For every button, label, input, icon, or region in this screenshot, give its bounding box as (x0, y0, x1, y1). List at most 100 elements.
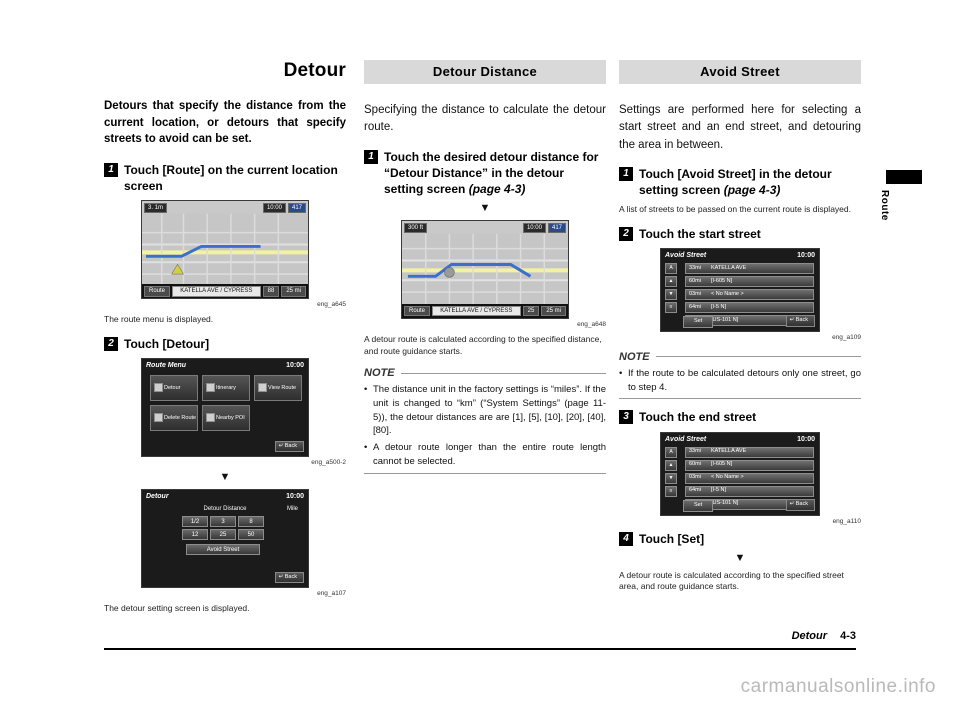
map-clock: 10:00 (522, 222, 546, 233)
menu-label: Itinerary (216, 384, 236, 391)
street-list-item[interactable]: 03mi < No Name > (685, 288, 814, 300)
route-menu-grid: Detour Itinerary View Route Delete Route… (150, 375, 302, 432)
distance-option[interactable]: 1/2 (182, 516, 208, 528)
street-name: [I-5 N] (711, 303, 726, 310)
back-button[interactable]: Back (274, 571, 304, 584)
step-text: Touch the start street (639, 226, 761, 241)
eta-readout: 25 mi (541, 305, 566, 317)
step-number: 1 (364, 149, 378, 164)
note-bottom-rule (619, 398, 861, 400)
street-list-item[interactable]: 64mi [I-5 N] (685, 485, 814, 497)
street-list-item[interactable]: 33mi KATELLA AVE (685, 446, 814, 458)
back-button[interactable]: Back (274, 440, 304, 453)
menu-item-view-route[interactable]: View Route (254, 375, 302, 402)
street-distance: 33mi (689, 264, 701, 271)
step-1: 1 Touch [Route] on the current location … (104, 162, 346, 194)
distance-option[interactable]: 25 (210, 529, 236, 541)
note-title: NOTE (619, 350, 650, 363)
back-button[interactable]: Back (785, 315, 815, 327)
distance-readout: 25 (522, 305, 540, 317)
distance-option[interactable]: 12 (182, 529, 208, 541)
step-4: 4 Touch [Set] (619, 531, 861, 547)
distance-readout: 88 (262, 286, 280, 297)
map-status-bar: 300 ft 10:00 417 (402, 221, 568, 234)
street-list-item[interactable]: 64mi [I-5 N] (685, 301, 814, 313)
back-button[interactable]: Back (785, 499, 815, 511)
distance-option[interactable]: 8 (238, 516, 264, 528)
note-rule (400, 372, 606, 374)
caption-route-menu: The route menu is displayed. (104, 314, 214, 325)
screen-clock: 10:00 (286, 362, 304, 370)
footer-rule (104, 648, 856, 650)
figure-label: eng_a645 (317, 301, 346, 309)
note-rule (655, 356, 861, 358)
nearby-poi-icon (206, 413, 215, 423)
current-street-label: KATELLA AVE / CYPRESS (172, 286, 261, 297)
street-list-item[interactable]: 03mi < No Name > (685, 472, 814, 484)
screen-clock: 10:00 (797, 251, 815, 259)
intro-paragraph: Detours that specify the distance from t… (104, 100, 346, 146)
street-list-item[interactable]: 60mi [I-605 N] (685, 459, 814, 471)
screen-title: Avoid Street (665, 435, 707, 443)
menu-item-delete-route[interactable]: Delete Route (150, 405, 198, 432)
figure-label: eng_a109 (832, 333, 861, 341)
screenshot-avoid-street-start: Avoid Street 10:00 A ▲ ▼ ≡ 33mi KATELLA A… (660, 247, 820, 332)
chapter-tab-marker (886, 170, 922, 184)
caption-avoid-result: A detour route is calculated according t… (619, 569, 844, 592)
street-name: [US-101 N] (711, 500, 739, 507)
column-avoid-street: Avoid Street Settings are performed here… (619, 60, 861, 603)
avoid-street-button[interactable]: Avoid Street (186, 544, 260, 556)
figure-label: eng_a648 (577, 321, 606, 329)
route-button[interactable]: Route (404, 305, 431, 317)
menu-item-itinerary[interactable]: Itinerary (202, 375, 250, 402)
street-list-item[interactable]: 33mi KATELLA AVE (685, 262, 814, 274)
map-scale-label: 300 ft (404, 222, 428, 233)
caption-detour-result: A detour route is calculated according t… (364, 334, 602, 356)
note-header: NOTE (364, 367, 606, 379)
figure-label: eng_a500-2 (311, 459, 346, 467)
scroll-down-button[interactable]: ▼ (665, 288, 677, 300)
set-button[interactable]: Set (683, 500, 714, 512)
set-button[interactable]: Set (683, 316, 714, 328)
marker-a-icon: A (665, 446, 677, 458)
detour-distance-label: Detour Distance (203, 506, 247, 513)
list-icon: ≡ (665, 485, 677, 497)
route-button[interactable]: Route (144, 286, 171, 297)
step-text: Touch [Set] (639, 531, 705, 546)
scroll-up-button[interactable]: ▲ (665, 275, 677, 287)
flow-arrow: ▼ (734, 551, 746, 564)
street-list-item[interactable]: 60mi [I-605 N] (685, 275, 814, 287)
distance-option[interactable]: 50 (238, 529, 264, 541)
street-distance: 64mi (689, 303, 701, 310)
menu-label: Detour (164, 384, 181, 391)
unit-label: Mile (286, 506, 298, 513)
caption-street-list: A list of streets to be passed on the cu… (619, 204, 851, 215)
screen-clock: 10:00 (797, 435, 815, 443)
step-number: 1 (619, 166, 633, 181)
screenshot-detour-route-map: 300 ft 10:00 417 Route KATELLA AVE / CYP… (401, 220, 569, 320)
street-name: [I-605 N] (711, 461, 733, 468)
step-1: 1 Touch [Avoid Street] in the detour set… (619, 166, 861, 198)
street-name: < No Name > (711, 474, 744, 481)
menu-item-detour[interactable]: Detour (150, 375, 198, 402)
distance-option[interactable]: 3 (210, 516, 236, 528)
scroll-down-button[interactable]: ▼ (665, 472, 677, 484)
street-name: KATELLA AVE (711, 448, 747, 455)
step-text: Touch [Detour] (124, 336, 210, 351)
menu-item-nearby-poi[interactable]: Nearby POI (202, 405, 250, 432)
step-number: 2 (619, 226, 633, 241)
scroll-up-button[interactable]: ▲ (665, 459, 677, 471)
screenshot-detour-setting: Detour 10:00 Detour Distance Mile 1/2 3 … (141, 489, 309, 589)
step-text: Touch the end street (639, 410, 757, 425)
step-text: Touch the desired detour distance for “D… (384, 149, 606, 198)
screen-clock: 10:00 (286, 493, 304, 501)
screen-title: Detour (146, 493, 169, 501)
map-status-bar: 3. 1m 10:00 417 (142, 201, 308, 214)
screen-title: Route Menu (146, 362, 187, 370)
note-item: A detour route longer than the entire ro… (364, 441, 606, 469)
note-header: NOTE (619, 351, 861, 363)
section-title-detour-distance: Detour Distance (364, 60, 606, 84)
view-route-icon (258, 383, 267, 393)
step-number: 3 (619, 410, 633, 425)
footer: Detour 4-3 (792, 630, 856, 642)
